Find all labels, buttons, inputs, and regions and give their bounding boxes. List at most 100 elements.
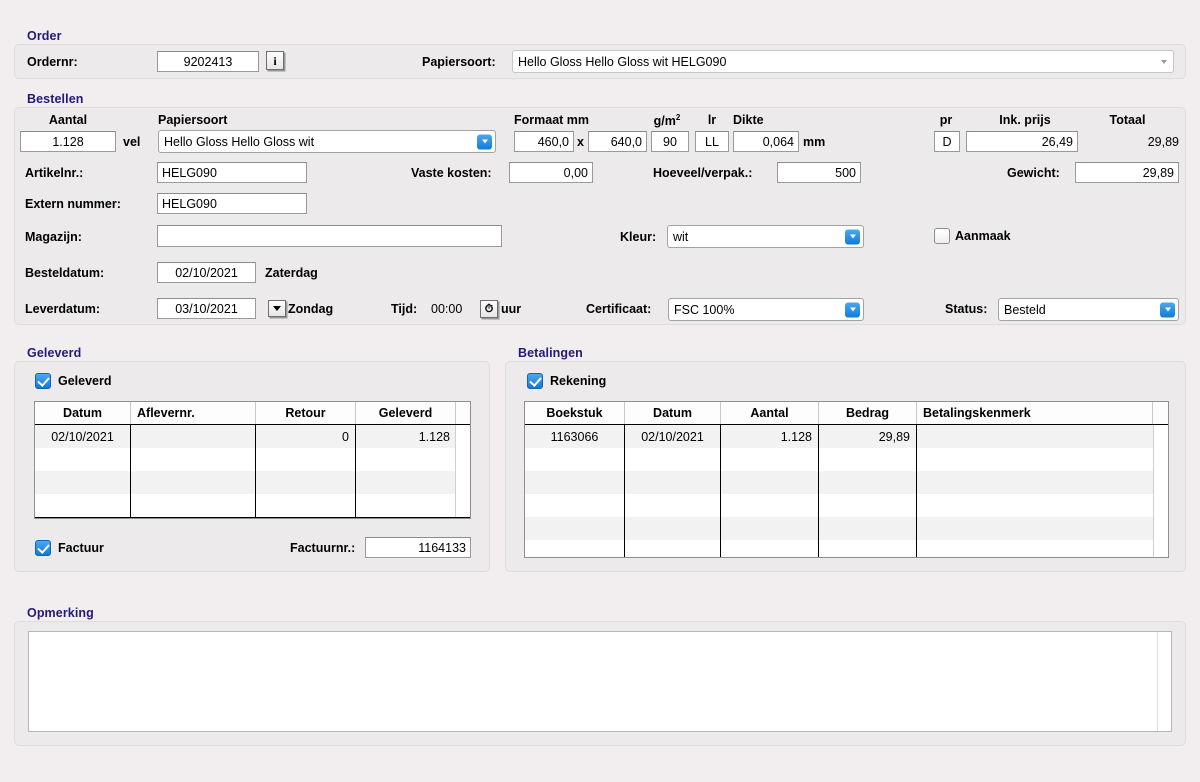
betalingen-table-header: Boekstuk Datum Aantal Bedrag Betalingske… [525,402,1168,425]
label-aantal-unit: vel [123,135,141,149]
header-lr: lr [707,113,717,127]
opmerking-textarea[interactable] [28,631,1172,732]
label-certificaat: Certificaat: [586,302,652,316]
leverdatum-dropdown-button[interactable] [268,300,286,317]
cell-aflevernr [131,494,256,517]
betalingen-col-boekstuk: Boekstuk [525,402,625,424]
label-factuur: Factuur [58,541,104,555]
cell-kenmerk [917,471,1153,494]
status-combobox[interactable]: Besteld [998,298,1179,321]
pr-input[interactable]: D [934,131,960,152]
table-row[interactable] [35,494,470,517]
cell-datum: 02/10/2021 [625,425,721,448]
formaat-breedte-input[interactable]: 460,0 [514,131,574,152]
label-papiersoort-top: Papiersoort: [422,55,496,69]
papiersoort-top-combobox[interactable]: Hello Gloss Hello Gloss wit HELG090 [512,50,1174,73]
besteldatum-input[interactable]: 02/10/2021 [157,262,256,283]
cell-boekstuk [525,448,625,471]
table-row[interactable]: 02/10/2021 0 1.128 [35,425,470,448]
rekening-checkbox[interactable] [527,373,543,389]
kleur-combobox[interactable]: wit [667,225,864,248]
table-row[interactable] [525,448,1168,471]
papiersoort-top-value: Hello Gloss Hello Gloss wit HELG090 [518,54,727,69]
header-formaat: Formaat mm [514,113,590,127]
vaste-kosten-input[interactable]: 0,00 [509,162,593,183]
betalingen-col-kenmerk: Betalingskenmerk [917,402,1153,424]
triangle-down-icon [273,306,281,311]
label-rekening: Rekening [550,374,607,388]
table-row[interactable] [35,471,470,494]
cell-geleverd [356,471,456,494]
leverdatum-dayname: Zondag [288,302,334,316]
table-row[interactable] [525,517,1168,540]
factuur-checkbox[interactable] [35,540,51,556]
label-extern-nummer: Extern nummer: [25,197,121,211]
geleverd-col-aflevernr: Aflevernr. [131,402,256,424]
aantal-input[interactable]: 1.128 [20,131,116,152]
cell-datum [625,540,721,557]
label-gewicht: Gewicht: [1007,166,1060,180]
betalingen-table-scrollbar[interactable] [1153,425,1168,557]
leverdatum-input[interactable]: 03/10/2021 [157,298,256,319]
papiersoort-line-value: Hello Gloss Hello Gloss wit [164,134,315,149]
header-dikte: Dikte [733,113,764,127]
papiersoort-line-combobox[interactable]: Hello Gloss Hello Gloss wit [158,130,496,153]
geleverd-table-scrollbar[interactable] [455,425,470,517]
kleur-value: wit [673,229,689,244]
hoeveel-verpak-input[interactable]: 500 [777,162,861,183]
status-value: Besteld [1004,302,1046,317]
order-info-button[interactable]: i [266,51,284,70]
cell-datum [625,471,721,494]
cell-kenmerk [917,517,1153,540]
factuurnr-input[interactable]: 1164133 [365,537,471,558]
cell-kenmerk [917,448,1153,471]
ink-prijs-input[interactable]: 26,49 [966,131,1078,152]
cell-boekstuk [525,540,625,557]
cell-aflevernr [131,471,256,494]
header-aantal: Aantal [48,113,88,127]
cell-aantal [721,494,819,517]
total-spacer [456,518,470,519]
table-row[interactable] [35,448,470,471]
opmerking-scrollbar[interactable] [1157,632,1171,731]
table-row[interactable] [525,471,1168,494]
order-form-window: Order Ordernr: 9202413 i Papiersoort: He… [0,0,1200,782]
gewicht-input[interactable]: 29,89 [1075,162,1179,183]
formaat-hoogte-input[interactable]: 640,0 [588,131,647,152]
aanmaak-checkbox[interactable] [934,228,950,244]
dikte-input[interactable]: 0,064 [733,131,799,152]
label-vaste-kosten: Vaste kosten: [411,166,492,180]
certificaat-combobox[interactable]: FSC 100% [668,298,864,321]
tijd-picker-button[interactable]: ⏱ [480,300,498,318]
ordernr-input[interactable]: 9202413 [157,51,259,72]
label-leverdatum: Leverdatum: [25,302,101,316]
artikelnr-input[interactable]: HELG090 [157,162,307,183]
betalingen-col-bedrag: Bedrag [819,402,917,424]
cell-bedrag [819,494,917,517]
tijd-value[interactable]: 00:00 [431,302,462,316]
table-row[interactable]: 1163066 02/10/2021 1.128 29,89 [525,425,1168,448]
magazijn-input[interactable] [157,225,502,247]
lr-input[interactable]: LL [695,131,729,152]
chevron-down-icon [1160,302,1175,317]
table-row[interactable] [525,540,1168,557]
cell-kenmerk [917,540,1153,557]
gm2-input[interactable]: 90 [651,131,689,152]
clock-icon: ⏱ [484,302,494,315]
geleverd-col-geleverd: Geleverd [356,402,456,424]
cell-aflevernr [131,448,256,471]
geleverd-checkbox[interactable] [35,373,51,389]
cell-datum: 02/10/2021 [35,425,131,448]
header-pr: pr [939,113,953,127]
total-aflevernr [131,518,256,519]
besteldatum-dayname: Zaterdag [265,266,318,280]
cell-retour: 0 [256,425,356,448]
total-geleverd: 1.128 [356,518,456,519]
extern-nummer-input[interactable]: HELG090 [157,193,307,214]
label-factuurnr: Factuurnr.: [290,541,356,555]
label-dikte-unit: mm [803,135,826,149]
cell-retour [256,448,356,471]
table-row[interactable] [525,494,1168,517]
cell-geleverd [356,494,456,517]
cell-geleverd [356,448,456,471]
